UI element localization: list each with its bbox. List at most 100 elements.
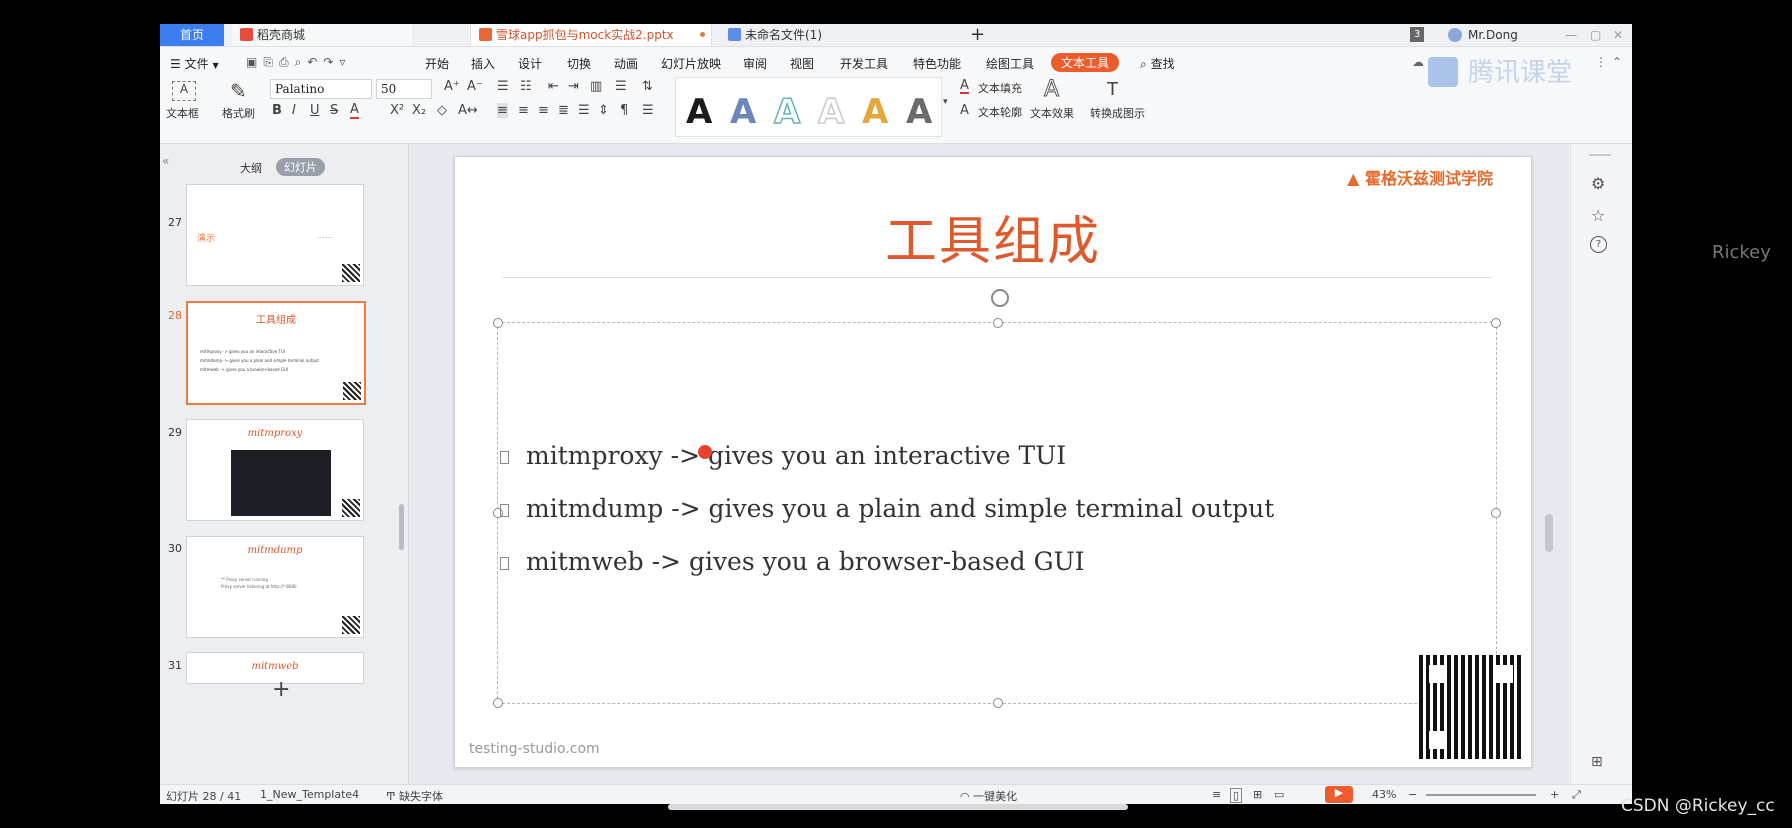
tab-pptx-file[interactable]: 雪球app抓包与mock实战2.pptx (470, 24, 712, 46)
reading-view-icon[interactable]: ▭ (1274, 788, 1284, 801)
panel-scrollbar[interactable] (399, 504, 404, 550)
video-progress-bar[interactable] (668, 804, 1128, 810)
font-size-select[interactable]: 50 (376, 79, 432, 99)
animation-pane-icon[interactable]: ☆ (1591, 206, 1605, 225)
text-style-6[interactable]: A (906, 92, 932, 132)
save-icon[interactable]: ▣ (246, 55, 263, 69)
beautify-button[interactable]: ◠ 一键美化 (960, 788, 1017, 804)
search-button[interactable]: ⌕ 查找 (1140, 55, 1175, 72)
decrease-indent-icon[interactable]: ⇤ (548, 79, 559, 94)
menu-developer[interactable]: 开发工具 (840, 55, 888, 72)
menu-review[interactable]: 审阅 (743, 55, 767, 72)
text-style-5[interactable]: A (862, 92, 888, 132)
text-effect-label[interactable]: 文本效果 (1030, 105, 1074, 121)
align-right-icon[interactable]: ≡ (538, 103, 549, 118)
increase-indent-icon[interactable]: ⇥ (568, 79, 579, 94)
normal-view-icon[interactable]: ▯ (1230, 788, 1243, 803)
justify-icon[interactable]: ≣ (558, 103, 569, 118)
text-fill-icon[interactable]: A (960, 79, 969, 94)
properties-icon[interactable]: ⚙ (1591, 174, 1605, 193)
sorter-view-icon[interactable]: ⊞ (1253, 788, 1262, 801)
play-button[interactable]: ▶ (1325, 786, 1353, 803)
paragraph-icon[interactable]: ¶ (620, 103, 628, 118)
bullets-icon[interactable]: ☰ (497, 79, 509, 94)
font-color-icon[interactable]: A (350, 103, 359, 119)
tab-outline[interactable]: 大纲 (240, 160, 262, 176)
text-style-4[interactable]: A (817, 91, 845, 133)
resize-handle[interactable] (1491, 508, 1501, 518)
numbering-icon[interactable]: ☷ (520, 79, 532, 94)
zoom-slider[interactable] (1426, 794, 1536, 796)
resize-handle[interactable] (1491, 318, 1501, 328)
add-slide-button[interactable]: + (272, 677, 290, 702)
menu-features[interactable]: 特色功能 (913, 55, 961, 72)
clear-format-icon[interactable]: ◇ (437, 103, 447, 118)
tab-home[interactable]: 首页 (160, 24, 224, 46)
content-textbox[interactable]: mitmproxy -> gives you an interactive TU… (493, 289, 1501, 708)
subscript-icon[interactable]: X₂ (412, 103, 426, 118)
bullet-item[interactable]: mitmproxy -> gives you an interactive TU… (500, 441, 1400, 477)
slide-thumb-28[interactable]: 工具组成 mitmproxy -> gives you an interacti… (186, 301, 366, 405)
menu-drawing-tools[interactable]: 绘图工具 (986, 55, 1034, 72)
gallery-more-icon[interactable]: ▾ (943, 97, 948, 107)
canvas-scrollbar[interactable] (1545, 514, 1553, 552)
text-fill-label[interactable]: 文本填充 (978, 80, 1022, 96)
preview-icon[interactable]: ⌕ (295, 55, 308, 69)
font-family-select[interactable]: Palatino (270, 79, 372, 99)
zoom-out-icon[interactable]: − (1408, 788, 1417, 801)
tab-mall[interactable]: 稻壳商城 (232, 24, 412, 46)
slide-title[interactable]: 工具组成 (455, 199, 1531, 274)
export-icon[interactable]: ⎘ (263, 55, 279, 69)
text-outline-label[interactable]: 文本轮廓 (978, 104, 1022, 120)
strikethrough-icon[interactable]: S (330, 103, 338, 118)
bullet-item[interactable]: mitmweb -> gives you a browser-based GUI (500, 547, 1400, 583)
text-direction-icon[interactable]: ⇅ (642, 79, 653, 94)
superscript-icon[interactable]: X² (390, 103, 404, 118)
menu-insert[interactable]: 插入 (471, 55, 495, 72)
slide-thumb-30[interactable]: mitmdump ** Proxy server running Proxy s… (186, 536, 364, 638)
slide-thumb-29[interactable]: mitmproxy (186, 419, 364, 521)
customize-icon[interactable]: ▿ (339, 55, 351, 69)
align-center-icon[interactable]: ≡ (518, 103, 529, 118)
text-style-2[interactable]: A (730, 92, 756, 132)
menu-view[interactable]: 视图 (790, 55, 814, 72)
underline-icon[interactable]: U (310, 103, 320, 118)
collapse-ribbon-icon[interactable]: ⌃ (1612, 55, 1622, 69)
menu-animation[interactable]: 动画 (614, 55, 638, 72)
undo-icon[interactable]: ↶ (307, 55, 323, 69)
convert-diagram-icon[interactable]: T (1107, 79, 1118, 100)
more-icon[interactable]: ⋮ (1595, 55, 1607, 69)
textbox-label[interactable]: 文本框 (166, 105, 199, 121)
minimize-button[interactable]: — (1565, 24, 1577, 46)
text-effect-icon[interactable]: A (1043, 77, 1059, 103)
columns-icon[interactable]: ▥ (590, 79, 602, 94)
share-icon[interactable]: ☁ (1412, 55, 1424, 69)
tab-untitled[interactable]: 未命名文件(1) (720, 24, 950, 46)
text-style-1[interactable]: A (686, 92, 712, 132)
distribute-icon[interactable]: ☰ (578, 103, 590, 118)
help-icon[interactable]: ? (1590, 236, 1607, 253)
missing-font-button[interactable]: Ͳ 缺失字体 (386, 788, 443, 804)
text-style-3[interactable]: A (773, 91, 801, 133)
char-spacing-icon[interactable]: A↔ (458, 103, 478, 118)
menu-slideshow[interactable]: 幻灯片放映 (661, 55, 721, 72)
tab-slides[interactable]: 幻灯片 (276, 158, 325, 176)
align-left-icon[interactable]: ≡ (497, 103, 508, 118)
menu-transition[interactable]: 切换 (567, 55, 591, 72)
zoom-in-icon[interactable]: + (1550, 788, 1559, 801)
redo-icon[interactable]: ↷ (323, 55, 339, 69)
text-outline-icon[interactable]: A (960, 103, 969, 118)
grow-font-icon[interactable]: A⁺ (444, 79, 460, 94)
resize-handle[interactable] (493, 318, 503, 328)
convert-diagram-label[interactable]: 转换成图示 (1090, 105, 1145, 121)
italic-icon[interactable]: I (292, 103, 296, 118)
resize-handle[interactable] (993, 698, 1003, 708)
menu-file[interactable]: ☰ 文件 ▼ (170, 55, 219, 72)
menu-start[interactable]: 开始 (425, 55, 449, 72)
notes-icon[interactable]: ≡ (1212, 788, 1221, 801)
slide-thumb-27[interactable]: 演示 …… (186, 184, 364, 286)
textbox-icon[interactable]: A (172, 81, 196, 101)
menu-design[interactable]: 设计 (518, 55, 542, 72)
zoom-level[interactable]: 43% (1372, 788, 1396, 801)
user-menu[interactable]: Mr.Dong (1448, 24, 1518, 46)
